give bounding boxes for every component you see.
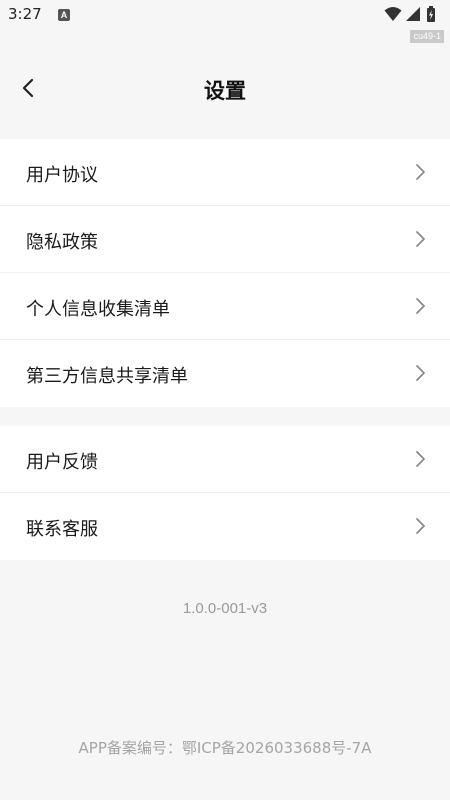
menu-item-user-feedback[interactable]: 用户反馈 bbox=[0, 426, 450, 493]
chevron-right-icon bbox=[416, 518, 425, 534]
status-icons bbox=[384, 6, 444, 22]
menu-item-user-agreement[interactable]: 用户协议 bbox=[0, 139, 450, 206]
menu-item-third-party-sharing-list[interactable]: 第三方信息共享清单 bbox=[0, 340, 450, 407]
menu-item-contact-support[interactable]: 联系客服 bbox=[0, 493, 450, 560]
chevron-right-icon bbox=[416, 298, 425, 314]
app-notification-icon: A bbox=[58, 9, 70, 21]
signal-icon bbox=[406, 7, 420, 21]
status-bar: 3:27 A cu49-1 bbox=[0, 0, 450, 43]
page-title: 设置 bbox=[204, 79, 246, 103]
app-version: 1.0.0-001-v3 bbox=[182, 600, 268, 617]
icp-filing-number: APP备案编号：鄂ICP备2026033688号-7A bbox=[78, 739, 372, 757]
chevron-right-icon bbox=[416, 365, 425, 381]
battery-icon bbox=[427, 6, 435, 22]
menu-item-label: 隐私政策 bbox=[26, 232, 98, 253]
menu-item-privacy-policy[interactable]: 隐私政策 bbox=[0, 206, 450, 273]
menu-item-label: 用户协议 bbox=[26, 165, 98, 186]
chevron-right-icon bbox=[416, 231, 425, 247]
wifi-icon bbox=[384, 7, 402, 21]
menu-item-personal-info-list[interactable]: 个人信息收集清单 bbox=[0, 273, 450, 340]
header: 设置 bbox=[0, 56, 450, 120]
menu-item-label: 个人信息收集清单 bbox=[26, 299, 170, 320]
menu-item-label: 用户反馈 bbox=[26, 452, 98, 473]
status-time: 3:27 bbox=[8, 5, 42, 23]
chevron-right-icon bbox=[416, 451, 425, 467]
settings-group-legal: 用户协议 隐私政策 个人信息收集清单 第三方信息共享清单 bbox=[0, 139, 450, 407]
chevron-right-icon bbox=[416, 164, 425, 180]
status-tag: cu49-1 bbox=[410, 30, 444, 43]
settings-group-support: 用户反馈 联系客服 bbox=[0, 426, 450, 560]
menu-item-label: 联系客服 bbox=[26, 519, 98, 540]
menu-item-label: 第三方信息共享清单 bbox=[26, 366, 188, 387]
